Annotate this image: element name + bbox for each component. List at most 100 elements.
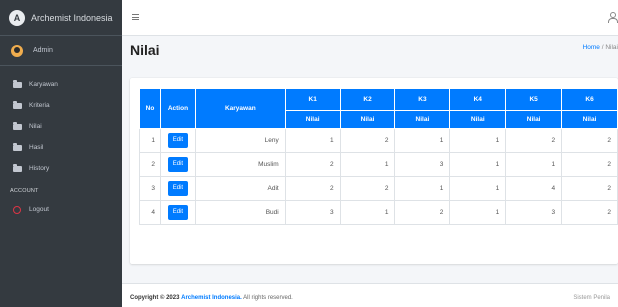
header-k4: K4 (449, 88, 507, 111)
edit-button[interactable]: Edit (167, 157, 188, 172)
sidebar-item-history[interactable]: History (0, 158, 122, 179)
cell-value: 1 (284, 128, 341, 153)
header-sub-nilai: Nilai (394, 110, 451, 129)
copyright: Copyright © 2023 Archemist Indonesia. Al… (130, 295, 293, 301)
nilai-table: No Action Karyawan K1 K2 K3 K4 K5 K6 Nil… (139, 88, 618, 225)
nilai-card: No Action Karyawan K1 K2 K3 K4 K5 K6 Nil… (130, 78, 618, 264)
edit-button[interactable]: Edit (167, 205, 188, 220)
table-row: 3 Edit Adit 2 2 1 1 4 2 (139, 176, 618, 201)
folder-icon (13, 121, 22, 130)
cell-value: 2 (505, 128, 563, 153)
header-k2: K2 (339, 88, 396, 111)
header-sub-nilai: Nilai (339, 110, 396, 129)
header-sub-nilai: Nilai (449, 110, 507, 129)
brand-link[interactable]: A Archemist Indonesia (0, 0, 122, 36)
user-icon[interactable] (608, 12, 618, 23)
sidebar: A Archemist Indonesia Admin Karyawan Kri… (0, 0, 122, 307)
cell-value: 1 (449, 176, 507, 201)
header-sub-nilai: Nilai (284, 110, 341, 129)
cell-value: 2 (339, 128, 396, 153)
breadcrumb-separator: / (601, 44, 604, 51)
cell-value: 2 (561, 152, 618, 177)
folder-icon (13, 142, 22, 151)
copyright-prefix: Copyright © 2023 (130, 295, 180, 301)
folder-icon (13, 163, 22, 172)
cell-value: 2 (394, 200, 451, 225)
cell-value: 3 (284, 200, 341, 225)
cell-value: 1 (394, 128, 451, 153)
cell-action: Edit (159, 152, 196, 177)
sidebar-item-karyawan[interactable]: Karyawan (0, 74, 122, 95)
header-k5: K5 (505, 88, 563, 111)
header-k6: K6 (561, 88, 618, 111)
footer-right-text: Sistem Penila (573, 295, 610, 301)
rights-text: All rights reserved. (243, 295, 293, 301)
cell-value: 1 (449, 128, 507, 153)
brand-logo: A (9, 9, 25, 26)
cell-action: Edit (159, 176, 196, 201)
cell-value: 2 (561, 128, 618, 153)
cell-value: 1 (339, 152, 396, 177)
breadcrumb-home[interactable]: Home (583, 44, 600, 51)
table-row: 4 Edit Budi 3 1 2 1 3 2 (139, 200, 618, 225)
cell-value: 3 (505, 200, 563, 225)
brand-name: Archemist Indonesia (31, 12, 113, 23)
cell-action: Edit (159, 128, 196, 153)
cell-no: 1 (139, 128, 161, 153)
account-header: ACCOUNT (10, 188, 39, 194)
breadcrumb: Home / Nilai (583, 44, 618, 51)
cell-value: 1 (394, 176, 451, 201)
header-sub-nilai: Nilai (505, 110, 563, 129)
sidebar-item-kriteria[interactable]: Kriteria (0, 95, 122, 116)
header-sub-nilai: Nilai (561, 110, 618, 129)
edit-button[interactable]: Edit (167, 133, 188, 148)
cell-value: 1 (449, 152, 507, 177)
header-no: No (139, 88, 161, 129)
sidebar-item-label: Nilai (29, 123, 42, 130)
table-row: 2 Edit Muslim 2 1 3 1 1 2 (139, 152, 618, 177)
cell-value: 1 (449, 200, 507, 225)
header-karyawan: Karyawan (194, 88, 286, 129)
edit-button[interactable]: Edit (167, 181, 188, 196)
cell-value: 3 (394, 152, 451, 177)
cell-value: 1 (339, 200, 396, 225)
breadcrumb-current: Nilai (605, 44, 618, 51)
sidebar-item-label: History (29, 165, 50, 172)
cell-value: 2 (339, 176, 396, 201)
user-name: Admin (33, 47, 53, 54)
footer-org-link[interactable]: Archemist Indonesia. (181, 295, 242, 301)
folder-icon (13, 100, 22, 109)
cell-value: 2 (284, 176, 341, 201)
footer: Copyright © 2023 Archemist Indonesia. Al… (122, 283, 618, 307)
top-navbar (122, 0, 618, 36)
header-k1: K1 (284, 88, 341, 111)
avatar (11, 44, 23, 57)
cell-no: 2 (139, 152, 161, 177)
cell-value: 2 (561, 200, 618, 225)
sidebar-nav: Karyawan Kriteria Nilai Hasil History AC… (0, 66, 122, 220)
cell-value: 2 (284, 152, 341, 177)
cell-value: 2 (561, 176, 618, 201)
page-title: Nilai (130, 42, 160, 58)
sidebar-item-nilai[interactable]: Nilai (0, 116, 122, 137)
cell-karyawan: Leny (194, 128, 286, 153)
logout-button[interactable]: Logout (0, 199, 122, 220)
user-panel[interactable]: Admin (0, 36, 122, 66)
header-k3: K3 (394, 88, 451, 111)
sidebar-item-hasil[interactable]: Hasil (0, 137, 122, 158)
cell-action: Edit (159, 200, 196, 225)
table-row: 1 Edit Leny 1 2 1 1 2 2 (139, 128, 618, 153)
cell-karyawan: Adit (194, 176, 286, 201)
cell-no: 3 (139, 176, 161, 201)
hamburger-icon[interactable] (132, 14, 139, 22)
header-action: Action (159, 88, 196, 129)
logout-label: Logout (29, 206, 49, 213)
cell-karyawan: Muslim (194, 152, 286, 177)
sidebar-item-label: Kriteria (29, 102, 50, 109)
cell-no: 4 (139, 200, 161, 225)
sidebar-item-label: Hasil (29, 144, 44, 151)
sidebar-item-label: Karyawan (29, 81, 58, 88)
cell-karyawan: Budi (194, 200, 286, 225)
folder-icon (13, 79, 22, 88)
cell-value: 4 (505, 176, 563, 201)
